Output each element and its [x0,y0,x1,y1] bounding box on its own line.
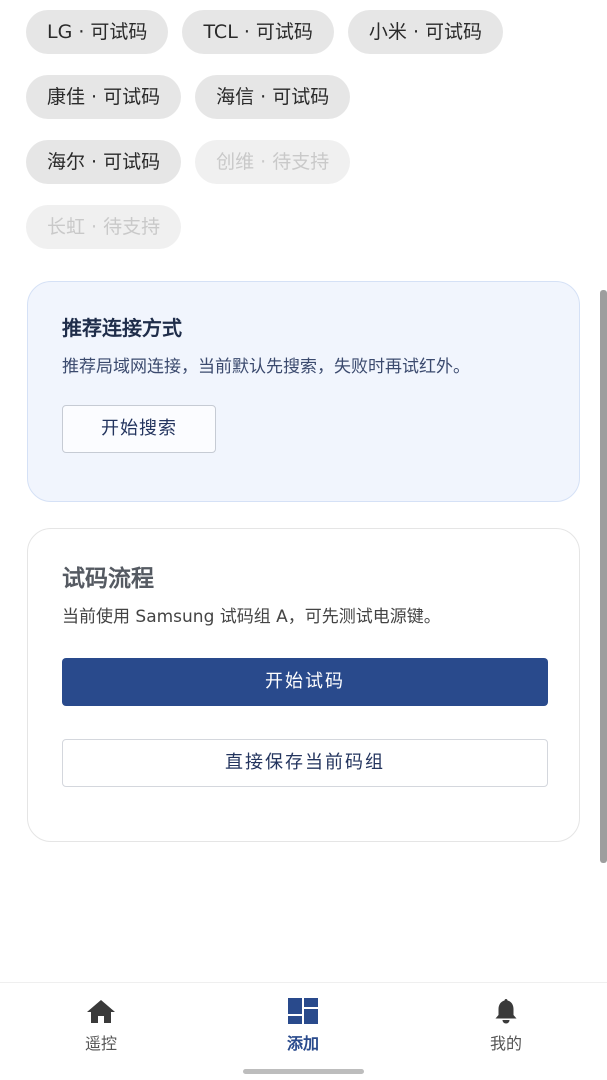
brand-chip-konka[interactable]: 康佳 · 可试码 [26,75,182,119]
trial-card-title: 试码流程 [62,566,154,592]
home-indicator [243,1069,364,1074]
bell-icon [495,999,517,1024]
brand-chip-row: 海尔 · 可试码 创维 · 待支持 [26,140,586,184]
home-icon [87,1000,115,1023]
brand-chip-row: LG · 可试码 TCL · 可试码 小米 · 可试码 [26,10,586,54]
brand-chip-lg[interactable]: LG · 可试码 [26,10,169,54]
nav-item-remote[interactable]: 遥控 [41,997,161,1054]
trial-code-card: 试码流程 当前使用 Samsung 试码组 A，可先测试电源键。 开始试码 直接… [27,528,580,842]
brand-chip-skyworth: 创维 · 待支持 [195,140,351,184]
start-search-button[interactable]: 开始搜索 [62,405,216,453]
scrollbar[interactable] [600,290,607,863]
brand-chip-row: 康佳 · 可试码 海信 · 可试码 [26,75,586,119]
brand-chip-tcl[interactable]: TCL · 可试码 [182,10,334,54]
brand-chip-hisense[interactable]: 海信 · 可试码 [195,75,351,119]
recommend-card-title: 推荐连接方式 [62,316,182,340]
brand-chip-haier[interactable]: 海尔 · 可试码 [26,140,182,184]
nav-item-add[interactable]: 添加 [243,997,363,1054]
nav-label-add: 添加 [286,1034,319,1053]
recommend-card-description: 推荐局域网连接，当前默认先搜索，失败时再试红外。 [62,357,470,377]
nav-label-mine: 我的 [489,1034,522,1053]
brand-chip-list: LG · 可试码 TCL · 可试码 小米 · 可试码 康佳 · 可试码 海信 … [26,10,586,270]
save-code-group-button[interactable]: 直接保存当前码组 [62,739,548,787]
trial-card-description: 当前使用 Samsung 试码组 A，可先测试电源键。 [62,607,441,627]
brand-chip-xiaomi[interactable]: 小米 · 可试码 [347,10,504,54]
brand-chip-row: 长虹 · 待支持 [26,205,586,249]
brand-chip-changhong: 长虹 · 待支持 [26,205,182,249]
nav-item-mine[interactable]: 我的 [446,997,566,1054]
bottom-nav: 遥控 添加 我的 [0,982,607,1080]
recommend-connection-card: 推荐连接方式 推荐局域网连接，当前默认先搜索，失败时再试红外。 开始搜索 [27,281,580,502]
dashboard-icon [288,998,318,1024]
nav-label-remote: 遥控 [84,1034,117,1053]
start-trial-button[interactable]: 开始试码 [62,658,548,706]
